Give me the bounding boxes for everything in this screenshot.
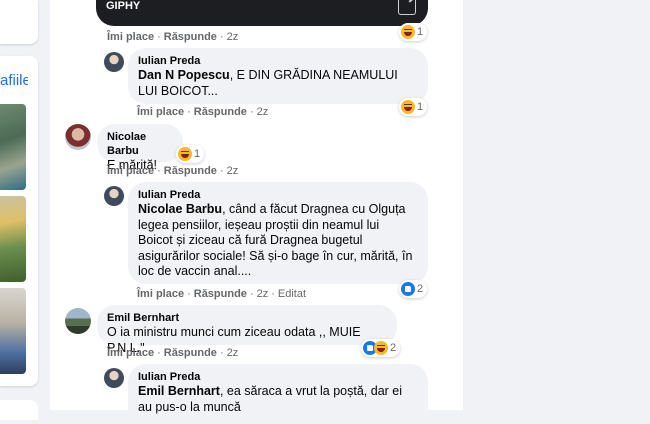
comment-author[interactable]: Emil Bernhart	[107, 311, 385, 325]
avatar[interactable]	[104, 186, 124, 206]
comment-time[interactable]: 2z	[227, 347, 239, 359]
comment-bubble: Iulian Preda Dan N Popescu, E DIN GRĂDIN…	[128, 48, 428, 104]
comment-time[interactable]: 2z	[227, 31, 239, 43]
reply-link[interactable]: Răspunde	[194, 106, 247, 118]
like-link[interactable]: Îmi place	[107, 347, 154, 359]
comment-time[interactable]: 2z	[257, 288, 269, 300]
comment-author[interactable]: Iulian Preda	[138, 54, 416, 68]
reaction-count: 2	[390, 342, 397, 354]
comment-bubble: Emil Bernhart O ia ministru munci cum zi…	[97, 305, 397, 355]
reply-link[interactable]: Răspunde	[164, 165, 217, 177]
comment-actions: Îmi place · Răspunde · 2z · Editat	[137, 288, 307, 300]
comment-bubble: Iulian Preda Nicolae Barbu, când a făcut…	[128, 182, 428, 284]
like-link[interactable]: Îmi place	[107, 31, 154, 43]
profile-photos-link[interactable]: afiile	[0, 72, 28, 89]
giphy-embed[interactable]: GIPHY	[96, 0, 428, 26]
photo-thumbnail[interactable]	[0, 288, 26, 374]
reaction-summary[interactable]: 2	[361, 339, 401, 357]
comment-bubble: Nicolae Barbu E mărită!	[97, 124, 183, 172]
reaction-summary[interactable]: 1	[399, 23, 428, 41]
haha-reaction-icon	[178, 147, 192, 161]
haha-reaction-icon	[374, 341, 388, 355]
giphy-label: GIPHY	[106, 0, 141, 12]
comment-actions: Îmi place · Răspunde · 2z	[107, 347, 239, 359]
comment-actions: Îmi place · Răspunde · 2z	[137, 106, 269, 118]
reaction-summary[interactable]: 1	[399, 98, 428, 116]
share-icon[interactable]	[398, 0, 416, 15]
comment-time[interactable]: 2z	[227, 165, 239, 177]
avatar[interactable]	[65, 308, 91, 334]
haha-reaction-icon	[401, 25, 415, 39]
mention-link[interactable]: Emil Bernhart	[138, 384, 220, 398]
edited-label: Editat	[277, 288, 307, 300]
mention-link[interactable]: Nicolae Barbu	[138, 202, 222, 216]
reaction-count: 1	[417, 26, 424, 38]
avatar[interactable]	[104, 368, 124, 388]
like-link[interactable]: Îmi place	[107, 165, 154, 177]
reaction-count: 1	[417, 101, 424, 113]
comment-bubble: Iulian Preda Emil Bernhart, ea săraca a …	[128, 364, 428, 424]
avatar[interactable]	[65, 124, 91, 150]
comment-author[interactable]: Iulian Preda	[138, 370, 416, 384]
reaction-summary[interactable]: 2	[399, 280, 428, 298]
left-card-top	[0, 0, 38, 44]
left-card-bottom	[0, 400, 38, 420]
avatar[interactable]	[104, 52, 124, 72]
like-link[interactable]: Îmi place	[137, 106, 184, 118]
reply-link[interactable]: Răspunde	[194, 288, 247, 300]
comment-time[interactable]: 2z	[257, 106, 269, 118]
photo-thumbnail[interactable]	[0, 196, 26, 282]
reply-link[interactable]: Răspunde	[164, 347, 217, 359]
comment-text: Dan N Popescu, E DIN GRĂDINA NEAMULUI LU…	[138, 68, 398, 98]
reaction-summary[interactable]: 1	[176, 145, 205, 163]
comment-author[interactable]: Iulian Preda	[138, 188, 416, 202]
comment-actions: Îmi place · Răspunde · 2z	[107, 31, 239, 43]
comment-author[interactable]: Nicolae Barbu	[107, 130, 171, 158]
like-link[interactable]: Îmi place	[137, 288, 184, 300]
comment-text: Nicolae Barbu, când a făcut Dragnea cu O…	[138, 202, 413, 278]
haha-reaction-icon	[401, 100, 415, 114]
reply-link[interactable]: Răspunde	[164, 31, 217, 43]
reaction-count: 1	[194, 148, 201, 160]
reaction-count: 2	[417, 283, 424, 295]
photo-thumbnail[interactable]	[0, 104, 26, 190]
comment-actions: Îmi place · Răspunde · 2z	[107, 165, 239, 177]
like-reaction-icon	[401, 282, 415, 296]
mention-link[interactable]: Dan N Popescu	[138, 68, 230, 82]
comment-text: Emil Bernhart, ea săraca a vrut la poștă…	[138, 384, 403, 414]
